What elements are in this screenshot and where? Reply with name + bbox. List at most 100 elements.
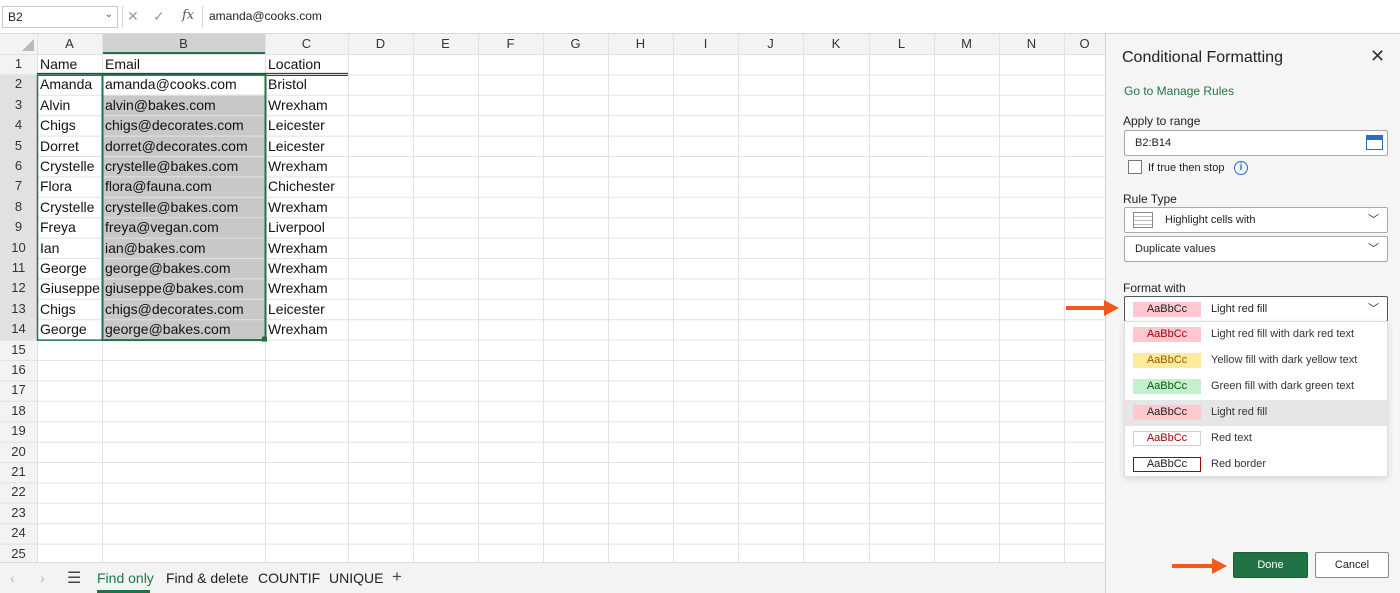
table-cell[interactable]: Freya	[37, 217, 102, 237]
table-cell[interactable]: Chichester	[265, 176, 348, 196]
table-cell[interactable]: george@bakes.com	[102, 319, 265, 339]
table-cell[interactable]: crystelle@bakes.com	[102, 197, 265, 217]
row-header[interactable]: 9	[0, 217, 37, 237]
format-option[interactable]: AaBbCc Red text	[1125, 426, 1387, 452]
row-header[interactable]: 13	[0, 299, 37, 319]
tab-find-only[interactable]: Find only	[97, 568, 154, 588]
row-header[interactable]: 15	[0, 340, 37, 360]
table-cell[interactable]: Crystelle	[37, 156, 102, 176]
row-header[interactable]: 10	[0, 238, 37, 258]
table-cell[interactable]: Leicester	[265, 299, 348, 319]
done-button[interactable]: Done	[1233, 552, 1308, 578]
table-cell[interactable]: Crystelle	[37, 197, 102, 217]
name-box[interactable]: B2 ⌄	[2, 6, 118, 28]
table-cell[interactable]: george@bakes.com	[102, 258, 265, 278]
table-cell[interactable]: Leicester	[265, 136, 348, 156]
table-cell[interactable]: George	[37, 258, 102, 278]
check-icon[interactable]: ✓	[153, 8, 165, 25]
table-cell[interactable]: Wrexham	[265, 197, 348, 217]
row-header[interactable]: 19	[0, 421, 37, 441]
table-cell[interactable]: Ian	[37, 238, 102, 258]
row-header[interactable]: 11	[0, 258, 37, 278]
table-cell[interactable]: alvin@bakes.com	[102, 95, 265, 115]
chevron-right-icon[interactable]: ›	[40, 570, 45, 586]
table-cell[interactable]: Wrexham	[265, 238, 348, 258]
apply-to-range-input[interactable]: B2:B14	[1124, 130, 1388, 156]
column-header[interactable]: F	[478, 34, 543, 54]
header-cell[interactable]: Name	[37, 54, 102, 74]
row-header[interactable]: 22	[0, 482, 37, 502]
column-header[interactable]: K	[803, 34, 869, 54]
row-header[interactable]: 16	[0, 360, 37, 380]
table-cell[interactable]: Giuseppe	[37, 278, 102, 298]
table-cell[interactable]: Wrexham	[265, 156, 348, 176]
add-sheet-button[interactable]: +	[392, 567, 402, 587]
table-cell[interactable]: Chigs	[37, 299, 102, 319]
row-header[interactable]: 14	[0, 319, 37, 339]
rule-type-select[interactable]: Highlight cells with ﹀	[1124, 207, 1388, 233]
row-header[interactable]: 23	[0, 503, 37, 523]
format-option[interactable]: AaBbCc Light red fill with dark red text	[1125, 322, 1387, 348]
column-header[interactable]: M	[934, 34, 999, 54]
info-icon[interactable]: i	[1234, 161, 1248, 175]
column-header[interactable]: B	[102, 34, 265, 54]
header-cell[interactable]: Location	[265, 54, 348, 74]
row-header[interactable]: 5	[0, 136, 37, 156]
header-cell[interactable]: Email	[102, 54, 265, 74]
table-cell[interactable]: Alvin	[37, 95, 102, 115]
table-cell[interactable]: Bristol	[265, 74, 348, 94]
table-cell[interactable]: freya@vegan.com	[102, 217, 265, 237]
row-header[interactable]: 12	[0, 278, 37, 298]
table-cell[interactable]: Chigs	[37, 115, 102, 135]
format-option[interactable]: AaBbCc Red border	[1125, 452, 1387, 478]
tab-find-and-delete[interactable]: Find & delete	[166, 568, 249, 588]
format-with-select[interactable]: AaBbCc Light red fill ﹀	[1124, 296, 1388, 322]
table-cell[interactable]: Wrexham	[265, 95, 348, 115]
row-header[interactable]: 21	[0, 462, 37, 482]
tab-countif[interactable]: COUNTIF	[258, 568, 320, 588]
row-header[interactable]: 3	[0, 95, 37, 115]
column-header[interactable]: I	[673, 34, 738, 54]
table-cell[interactable]: Wrexham	[265, 278, 348, 298]
row-header[interactable]: 1	[0, 54, 37, 74]
table-cell[interactable]: giuseppe@bakes.com	[102, 278, 265, 298]
column-header[interactable]: J	[738, 34, 803, 54]
rule-condition-select[interactable]: Duplicate values ﹀	[1124, 236, 1388, 262]
row-header[interactable]: 25	[0, 544, 37, 562]
range-picker-icon[interactable]	[1366, 135, 1383, 150]
row-header[interactable]: 18	[0, 401, 37, 421]
column-header[interactable]: L	[869, 34, 934, 54]
table-cell[interactable]: Flora	[37, 176, 102, 196]
table-cell[interactable]: Wrexham	[265, 258, 348, 278]
table-cell[interactable]: crystelle@bakes.com	[102, 156, 265, 176]
tab-unique[interactable]: UNIQUE	[329, 568, 383, 588]
chevron-left-icon[interactable]: ‹	[10, 570, 15, 586]
row-header[interactable]: 6	[0, 156, 37, 176]
table-cell[interactable]: chigs@decorates.com	[102, 115, 265, 135]
function-icon[interactable]: fx	[182, 8, 194, 23]
row-header[interactable]: 4	[0, 115, 37, 135]
column-header[interactable]: D	[348, 34, 413, 54]
table-cell[interactable]: flora@fauna.com	[102, 176, 265, 196]
table-cell[interactable]: Liverpool	[265, 217, 348, 237]
column-header[interactable]: E	[413, 34, 478, 54]
table-cell[interactable]: George	[37, 319, 102, 339]
column-header[interactable]: O	[1064, 34, 1105, 54]
row-header[interactable]: 7	[0, 176, 37, 196]
table-cell[interactable]: Wrexham	[265, 319, 348, 339]
table-cell[interactable]: ian@bakes.com	[102, 238, 265, 258]
format-option[interactable]: AaBbCc Light red fill	[1125, 400, 1387, 426]
hamburger-icon[interactable]: ☰	[67, 568, 81, 588]
stop-if-true-checkbox[interactable]	[1128, 160, 1142, 174]
column-header[interactable]: A	[37, 34, 102, 54]
column-header[interactable]: N	[999, 34, 1064, 54]
format-option[interactable]: AaBbCc Green fill with dark green text	[1125, 374, 1387, 400]
spreadsheet-grid[interactable]: A B C D E F G H I J K L M N O 1 2 3 4 5 6 7 8 9 10 11 12 13 14 15 16 17…	[0, 34, 1105, 562]
row-header[interactable]: 20	[0, 442, 37, 462]
chevron-down-icon[interactable]: ⌄	[105, 9, 113, 20]
row-header[interactable]: 8	[0, 197, 37, 217]
table-cell[interactable]: Leicester	[265, 115, 348, 135]
close-icon[interactable]: ✕	[1370, 46, 1385, 67]
table-cell[interactable]: Amanda	[37, 74, 102, 94]
cancel-button[interactable]: Cancel	[1315, 552, 1389, 578]
